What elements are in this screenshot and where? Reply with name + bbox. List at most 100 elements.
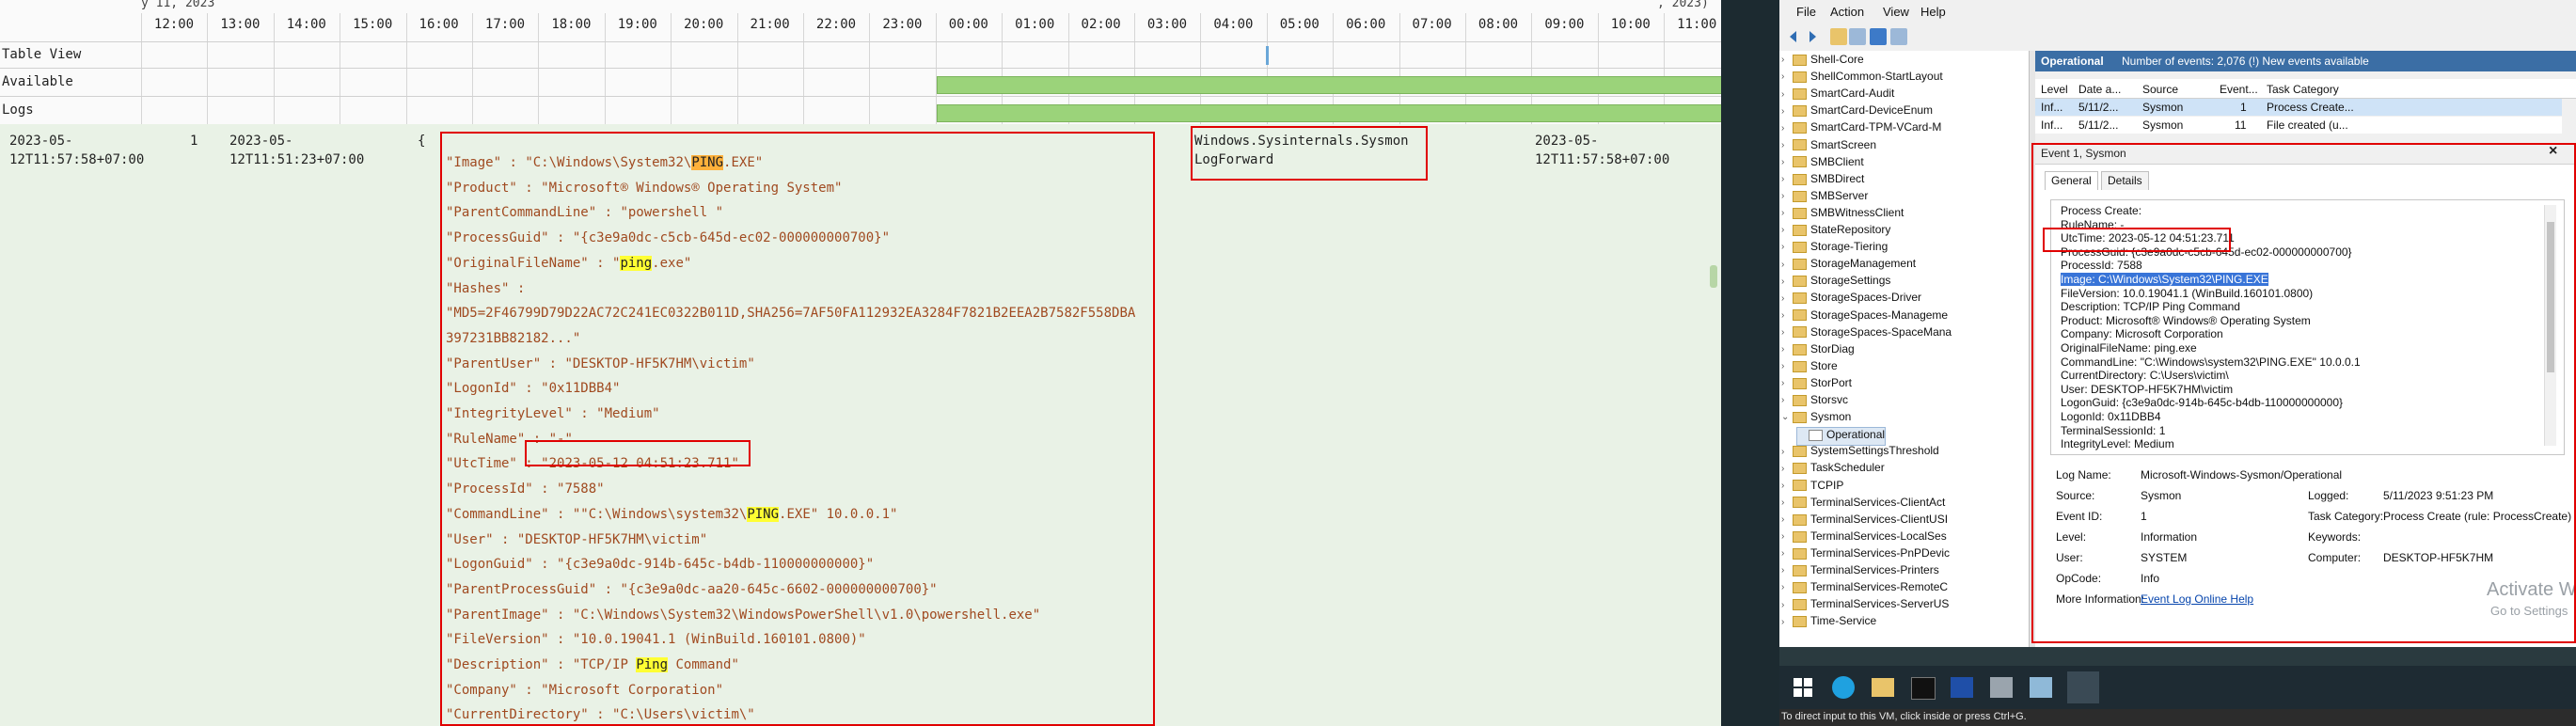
tree-item-sysmon[interactable]: ⌄ Sysmon (1781, 410, 1851, 427)
edge-icon[interactable] (1832, 676, 1855, 699)
tree-item-staterepository[interactable]: › StateRepository (1781, 223, 1890, 240)
chevron-right-icon[interactable]: › (1781, 123, 1791, 134)
logs-bar[interactable] (937, 104, 1721, 122)
tree-item-systemsettingsthreshold[interactable]: › SystemSettingsThreshold (1781, 444, 1939, 461)
folder-up-icon[interactable] (1830, 28, 1847, 45)
chevron-right-icon[interactable]: › (1781, 327, 1791, 338)
help-icon[interactable] (1870, 28, 1887, 45)
terminal-icon[interactable] (1911, 677, 1936, 700)
tree-item-smbwitnessclient[interactable]: › SMBWitnessClient (1781, 206, 1904, 223)
chevron-right-icon[interactable]: › (1781, 89, 1791, 100)
menu-view[interactable]: View (1883, 5, 1909, 19)
chevron-right-icon[interactable]: › (1781, 497, 1791, 508)
tree-item-tcpip[interactable]: › TCPIP (1781, 479, 1843, 496)
logs-row[interactable]: Logs (0, 96, 1721, 125)
tree-item-storagesettings[interactable]: › StorageSettings (1781, 274, 1890, 291)
chevron-right-icon[interactable]: › (1781, 617, 1791, 627)
tree-item-terminalservices-clientusi[interactable]: › TerminalServices-ClientUSI (1781, 513, 1948, 529)
results-scrollbar[interactable] (1710, 265, 1717, 288)
tree-item-smbclient[interactable]: › SMBClient (1781, 155, 1864, 172)
tree-item-smartcard-deviceenum[interactable]: › SmartCard-DeviceEnum (1781, 103, 1933, 120)
network-icon[interactable] (1990, 677, 2013, 698)
tree-item-smartcard-tpm-vcard-m[interactable]: › SmartCard-TPM-VCard-M (1781, 120, 1941, 137)
available-bar[interactable] (937, 76, 1721, 94)
tree-item-shellcommon-startlayout[interactable]: › ShellCommon-StartLayout (1781, 70, 1943, 87)
chevron-right-icon[interactable]: › (1781, 310, 1791, 321)
tree-item-smartcard-audit[interactable]: › SmartCard-Audit (1781, 87, 1894, 103)
chevron-right-icon[interactable]: › (1781, 106, 1791, 117)
notepad-icon[interactable] (2030, 677, 2052, 698)
eventviewer-taskbar-icon[interactable] (2067, 671, 2099, 703)
chevron-right-icon[interactable]: › (1781, 225, 1791, 235)
chevron-right-icon[interactable]: › (1781, 464, 1791, 474)
tree-item-terminalservices-remotec[interactable]: › TerminalServices-RemoteC (1781, 580, 1948, 597)
tree-item-terminalservices-localses[interactable]: › TerminalServices-LocalSes (1781, 529, 1947, 546)
chevron-right-icon[interactable]: › (1781, 242, 1791, 252)
menu-help[interactable]: Help (1920, 5, 1946, 19)
tree-item-storport[interactable]: › StorPort (1781, 376, 1852, 393)
col-source[interactable]: Source (2142, 83, 2178, 96)
chevron-right-icon[interactable]: › (1781, 260, 1791, 270)
chevron-down-icon[interactable]: ⌄ (1781, 412, 1791, 422)
tree-item-taskscheduler[interactable]: › TaskScheduler (1781, 461, 1885, 478)
panel-icon[interactable] (1849, 28, 1866, 45)
event-row[interactable]: Inf... 5/11/2... Sysmon 11 File created … (2035, 117, 2562, 134)
chevron-right-icon[interactable]: › (1781, 481, 1791, 491)
tree-item-storsvc[interactable]: › Storsvc (1781, 393, 1848, 410)
chevron-right-icon[interactable]: › (1781, 531, 1791, 542)
chevron-right-icon[interactable]: › (1781, 600, 1791, 610)
tree-item-terminalservices-serverus[interactable]: › TerminalServices-ServerUS (1781, 597, 1949, 614)
chevron-right-icon[interactable]: › (1781, 395, 1791, 405)
menu-file[interactable]: File (1796, 5, 1816, 19)
chevron-right-icon[interactable]: › (1781, 293, 1791, 304)
chevron-right-icon[interactable]: › (1781, 55, 1791, 65)
tree-item-label: TerminalServices-Printers (1810, 563, 1939, 576)
event-row-selected[interactable]: Inf... 5/11/2... Sysmon 1 Process Create… (2035, 99, 2562, 116)
chevron-right-icon[interactable]: › (1781, 548, 1791, 559)
chevron-right-icon[interactable]: › (1781, 582, 1791, 592)
timeline-cursor[interactable] (1266, 46, 1269, 65)
tree-item-operational[interactable]: Operational (1796, 427, 1887, 447)
available-row[interactable]: Available (0, 68, 1721, 97)
chevron-right-icon[interactable]: › (1781, 71, 1791, 82)
tree-item-smbserver[interactable]: › SMBServer (1781, 189, 1868, 206)
chevron-right-icon[interactable]: › (1781, 361, 1791, 371)
menu-action[interactable]: Action (1830, 5, 1864, 19)
tree-item-stordiag[interactable]: › StorDiag (1781, 342, 1855, 359)
chevron-right-icon[interactable]: › (1781, 191, 1791, 201)
tree-item-storagemanagement[interactable]: › StorageManagement (1781, 257, 1916, 274)
tree-item-storagespaces-spacemana[interactable]: › StorageSpaces-SpaceMana (1781, 325, 1952, 342)
col-task[interactable]: Task Category (2267, 83, 2339, 96)
chevron-right-icon[interactable]: › (1781, 378, 1791, 388)
tree-item-storagespaces-driver[interactable]: › StorageSpaces-Driver (1781, 291, 1921, 308)
tree-item-storagespaces-manageme[interactable]: › StorageSpaces-Manageme (1781, 308, 1948, 325)
chevron-right-icon[interactable]: › (1781, 344, 1791, 355)
start-icon[interactable] (1793, 677, 1813, 698)
back-icon[interactable] (1785, 28, 1802, 45)
chevron-right-icon[interactable]: › (1781, 208, 1791, 218)
properties-icon[interactable] (1890, 28, 1907, 45)
chevron-right-icon[interactable]: › (1781, 140, 1791, 150)
tree-item-storage-tiering[interactable]: › Storage-Tiering (1781, 240, 1888, 257)
tree-item-terminalservices-printers[interactable]: › TerminalServices-Printers (1781, 563, 1939, 580)
chevron-right-icon[interactable]: › (1781, 276, 1791, 287)
tree-item-terminalservices-pnpdevic[interactable]: › TerminalServices-PnPDevic (1781, 546, 1950, 563)
tree-item-store[interactable]: › Store (1781, 359, 1838, 376)
explorer-icon[interactable] (1872, 678, 1894, 697)
tree-item-smartscreen[interactable]: › SmartScreen (1781, 138, 1876, 155)
tree-item-time-service[interactable]: › Time-Service (1781, 614, 1876, 631)
col-date[interactable]: Date a... (2078, 83, 2121, 96)
tree-item-smbdirect[interactable]: › SMBDirect (1781, 172, 1864, 189)
table-view-row[interactable]: Table View (0, 41, 1721, 69)
chevron-right-icon[interactable]: › (1781, 174, 1791, 184)
forward-icon[interactable] (1804, 28, 1821, 45)
powershell-icon[interactable] (1951, 677, 1973, 698)
chevron-right-icon[interactable]: › (1781, 565, 1791, 576)
col-level[interactable]: Level (2041, 83, 2068, 96)
chevron-right-icon[interactable]: › (1781, 514, 1791, 525)
tree-item-terminalservices-clientact[interactable]: › TerminalServices-ClientAct (1781, 496, 1945, 513)
chevron-right-icon[interactable]: › (1781, 157, 1791, 167)
col-event[interactable]: Event... (2220, 83, 2258, 96)
tree-item-shell-core[interactable]: › Shell-Core (1781, 53, 1864, 70)
chevron-right-icon[interactable]: › (1781, 447, 1791, 457)
